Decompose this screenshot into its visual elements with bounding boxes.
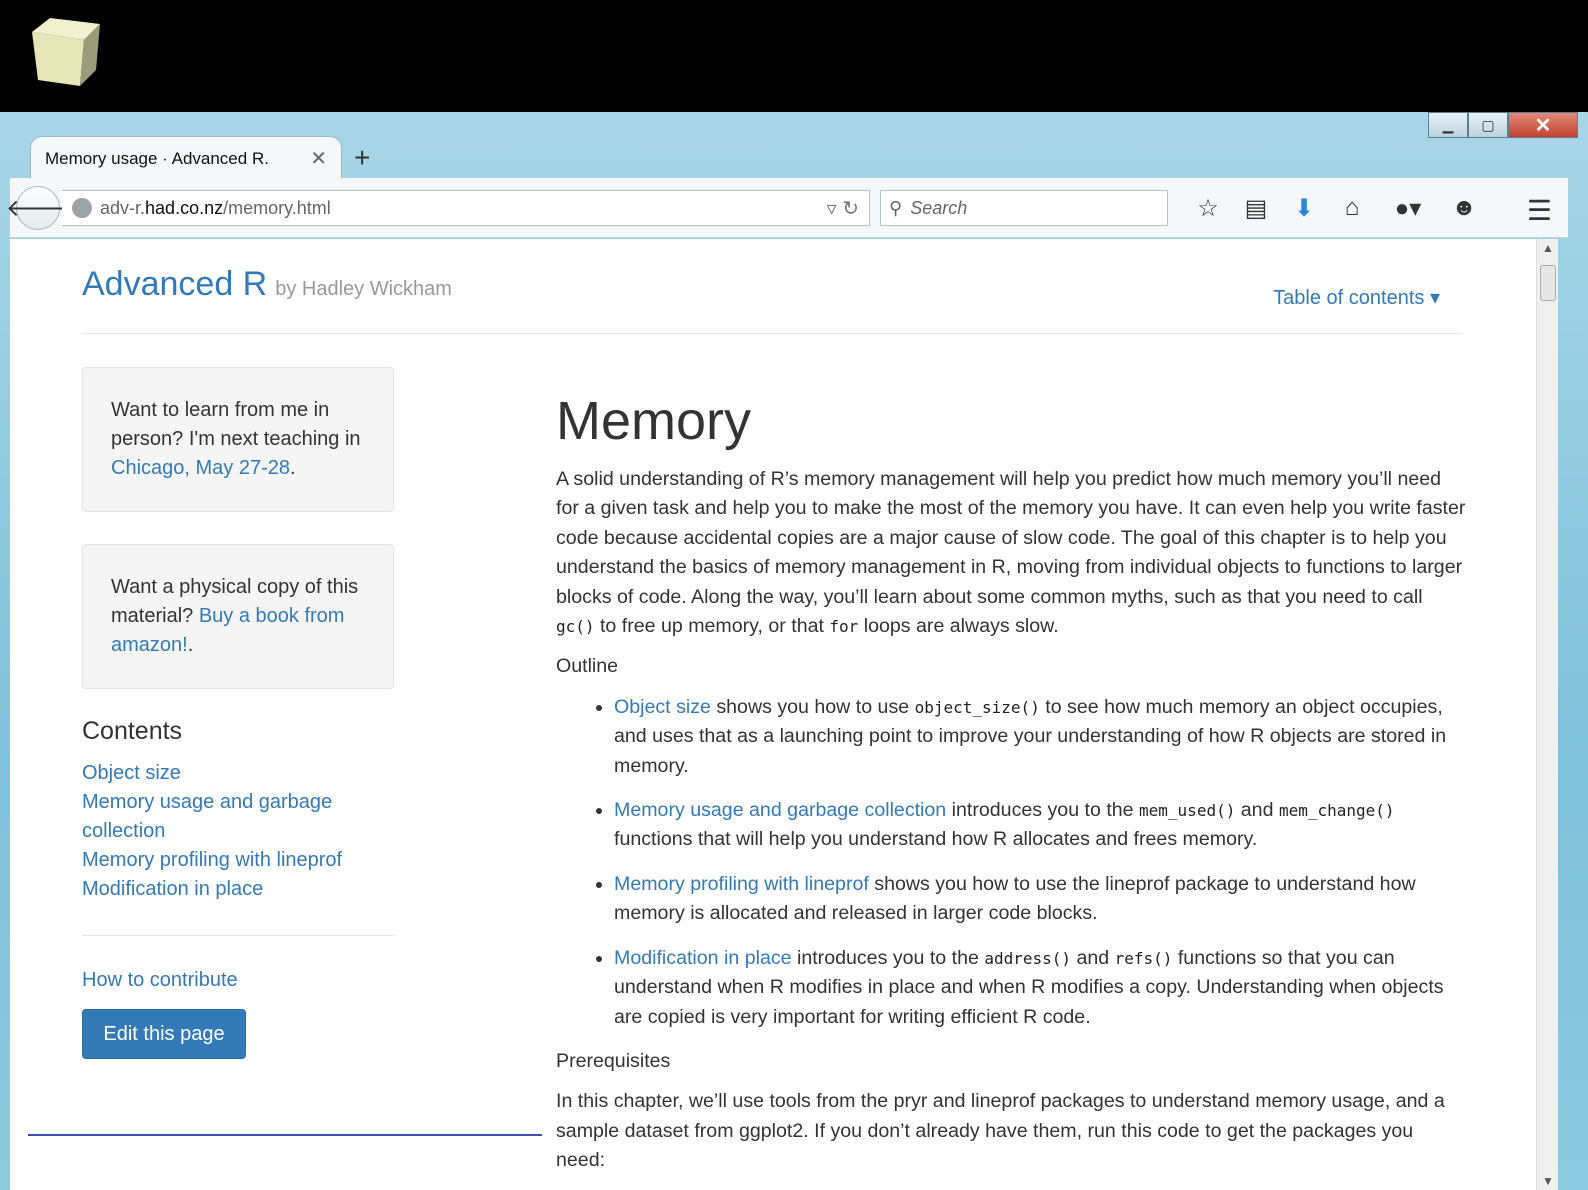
outline-link-object-size[interactable]: Object size bbox=[614, 696, 711, 718]
outline-code: refs() bbox=[1114, 948, 1173, 968]
search-placeholder: Search bbox=[910, 197, 968, 218]
intro-code-1: gc() bbox=[556, 617, 595, 637]
list-item: Modification in place introduces you to … bbox=[614, 944, 1466, 1032]
page-title: Memory bbox=[556, 391, 752, 451]
book-notice: Want a physical copy of this material? B… bbox=[82, 544, 394, 689]
edit-page-button[interactable]: Edit this page bbox=[82, 1009, 246, 1059]
browser-tab[interactable]: Memory usage · Advanced R. ✕ bbox=[30, 136, 342, 180]
book-end: . bbox=[187, 634, 194, 656]
browser-window: ▁ ▢ ✕ Memory usage · Advanced R. ✕ + 🡐 a… bbox=[0, 112, 1588, 1190]
contents-list: Object size Memory usage and garbage col… bbox=[82, 759, 394, 904]
scroll-up-icon[interactable]: ▲ bbox=[1537, 241, 1559, 255]
caret-down-icon: ▾ bbox=[1424, 287, 1440, 309]
toc-label: Table of contents bbox=[1273, 287, 1425, 309]
toolbar-icons: ☆ ▤ ⬇ ⌂ ●▾ ☻ bbox=[1184, 190, 1488, 226]
url-actions: ▿ ↻ bbox=[827, 196, 859, 221]
close-window-button[interactable]: ✕ bbox=[1508, 112, 1578, 138]
maximize-button[interactable]: ▢ bbox=[1468, 112, 1508, 138]
list-item: Memory profiling with lineprof shows you… bbox=[614, 870, 1466, 929]
new-tab-button[interactable]: + bbox=[354, 142, 370, 174]
desktop-top-bar bbox=[0, 0, 1588, 112]
list-item: Object size shows you how to use object_… bbox=[614, 693, 1466, 781]
teaching-end: . bbox=[289, 457, 296, 479]
intro-text-3: loops are always slow. bbox=[858, 615, 1059, 638]
sidebar-divider bbox=[82, 935, 394, 936]
navigation-toolbar: 🡐 adv-r. had.co.nz/memory.html ▿ ↻ ⚲ Sear… bbox=[6, 178, 1568, 238]
search-bar[interactable]: ⚲ Search bbox=[880, 190, 1168, 226]
contents-item-memory-usage[interactable]: Memory usage and garbage collection bbox=[82, 788, 394, 846]
chat-icon[interactable]: ☻ bbox=[1440, 194, 1488, 222]
teaching-link[interactable]: Chicago, May 27-28 bbox=[111, 457, 290, 479]
intro-text-2: to free up memory, or that bbox=[594, 615, 830, 638]
url-path: /memory.html bbox=[223, 197, 331, 218]
download-icon[interactable]: ⬇ bbox=[1280, 194, 1328, 223]
outline-link-memory-profiling[interactable]: Memory profiling with lineprof bbox=[614, 873, 869, 895]
star-icon[interactable]: ☆ bbox=[1184, 194, 1232, 223]
outline-label: Outline bbox=[556, 655, 619, 678]
history-dropdown-icon[interactable]: ▿ bbox=[827, 198, 837, 220]
how-to-contribute-link[interactable]: How to contribute bbox=[82, 969, 238, 992]
window-controls: ▁ ▢ ✕ bbox=[1428, 112, 1578, 138]
adblock-icon[interactable]: ●▾ bbox=[1376, 194, 1440, 223]
contents-heading: Contents bbox=[82, 717, 183, 745]
search-icon: ⚲ bbox=[889, 197, 903, 218]
site-header: Advanced R by Hadley Wickham bbox=[82, 265, 452, 304]
back-button[interactable]: 🡐 bbox=[6, 186, 70, 230]
outline-text: and bbox=[1071, 946, 1115, 969]
menu-icon[interactable]: ☰ bbox=[1527, 194, 1552, 227]
intro-text-1: A solid understanding of R’s memory mana… bbox=[556, 468, 1466, 608]
url-prefix: adv-r. bbox=[100, 197, 146, 218]
outline-code: mem_used() bbox=[1139, 801, 1236, 821]
close-tab-icon[interactable]: ✕ bbox=[310, 146, 327, 171]
minimize-button[interactable]: ▁ bbox=[1428, 112, 1468, 138]
address-bar[interactable]: adv-r. had.co.nz/memory.html ▿ ↻ bbox=[62, 190, 870, 226]
scroll-thumb[interactable] bbox=[1540, 265, 1556, 301]
contents-item-memory-profiling[interactable]: Memory profiling with lineprof bbox=[82, 846, 394, 875]
outline-text: introduces you to the bbox=[791, 946, 985, 969]
contents-item-object-size[interactable]: Object size bbox=[82, 759, 394, 788]
url-host: had.co.nz bbox=[145, 197, 224, 218]
vertical-scrollbar[interactable]: ▲ ▼ bbox=[1536, 239, 1558, 1190]
outline-text: functions that will help you understand … bbox=[614, 828, 1258, 851]
cube-icon bbox=[32, 18, 100, 86]
outline-text: shows you how to use bbox=[710, 695, 915, 718]
outline-link-memory-usage[interactable]: Memory usage and garbage collection bbox=[614, 799, 946, 821]
prerequisites-paragraph: In this chapter, we’ll use tools from th… bbox=[556, 1090, 1445, 1172]
outline-code: object_size() bbox=[914, 697, 1040, 717]
tab-title: Memory usage · Advanced R. bbox=[45, 148, 269, 168]
globe-icon bbox=[72, 198, 92, 218]
main-content: Memory A solid understanding of R’s memo… bbox=[556, 389, 1466, 1187]
header-divider bbox=[82, 333, 1462, 334]
teaching-text: Want to learn from me in person? I'm nex… bbox=[111, 399, 361, 450]
site-byline: by Hadley Wickham bbox=[275, 278, 452, 300]
teaching-notice: Want to learn from me in person? I'm nex… bbox=[82, 367, 394, 512]
outline-code: mem_change() bbox=[1278, 801, 1395, 821]
outline-list: Object size shows you how to use object_… bbox=[614, 693, 1466, 1032]
intro-code-2: for bbox=[829, 617, 859, 637]
site-title-link[interactable]: Advanced R bbox=[82, 265, 267, 303]
reading-list-icon[interactable]: ▤ bbox=[1232, 194, 1280, 223]
list-item: Memory usage and garbage collection intr… bbox=[614, 796, 1466, 855]
scroll-down-icon[interactable]: ▼ bbox=[1537, 1174, 1559, 1188]
back-arrow-icon: 🡐 bbox=[5, 195, 71, 222]
outline-text: and bbox=[1235, 799, 1279, 822]
contents-item-modification[interactable]: Modification in place bbox=[82, 875, 394, 904]
outline-code: address() bbox=[984, 948, 1072, 968]
table-of-contents-dropdown[interactable]: Table of contents ▾ bbox=[1273, 285, 1440, 310]
intro-paragraph: A solid understanding of R’s memory mana… bbox=[556, 465, 1466, 641]
outline-text: introduces you to the bbox=[946, 799, 1140, 822]
outline-link-modification[interactable]: Modification in place bbox=[614, 947, 792, 969]
blue-underline bbox=[28, 1134, 542, 1136]
prerequisites-label: Prerequisites bbox=[556, 1049, 671, 1072]
reload-icon[interactable]: ↻ bbox=[842, 198, 859, 220]
page-viewport: Advanced R by Hadley Wickham Table of con… bbox=[10, 239, 1536, 1190]
home-icon[interactable]: ⌂ bbox=[1328, 194, 1376, 222]
